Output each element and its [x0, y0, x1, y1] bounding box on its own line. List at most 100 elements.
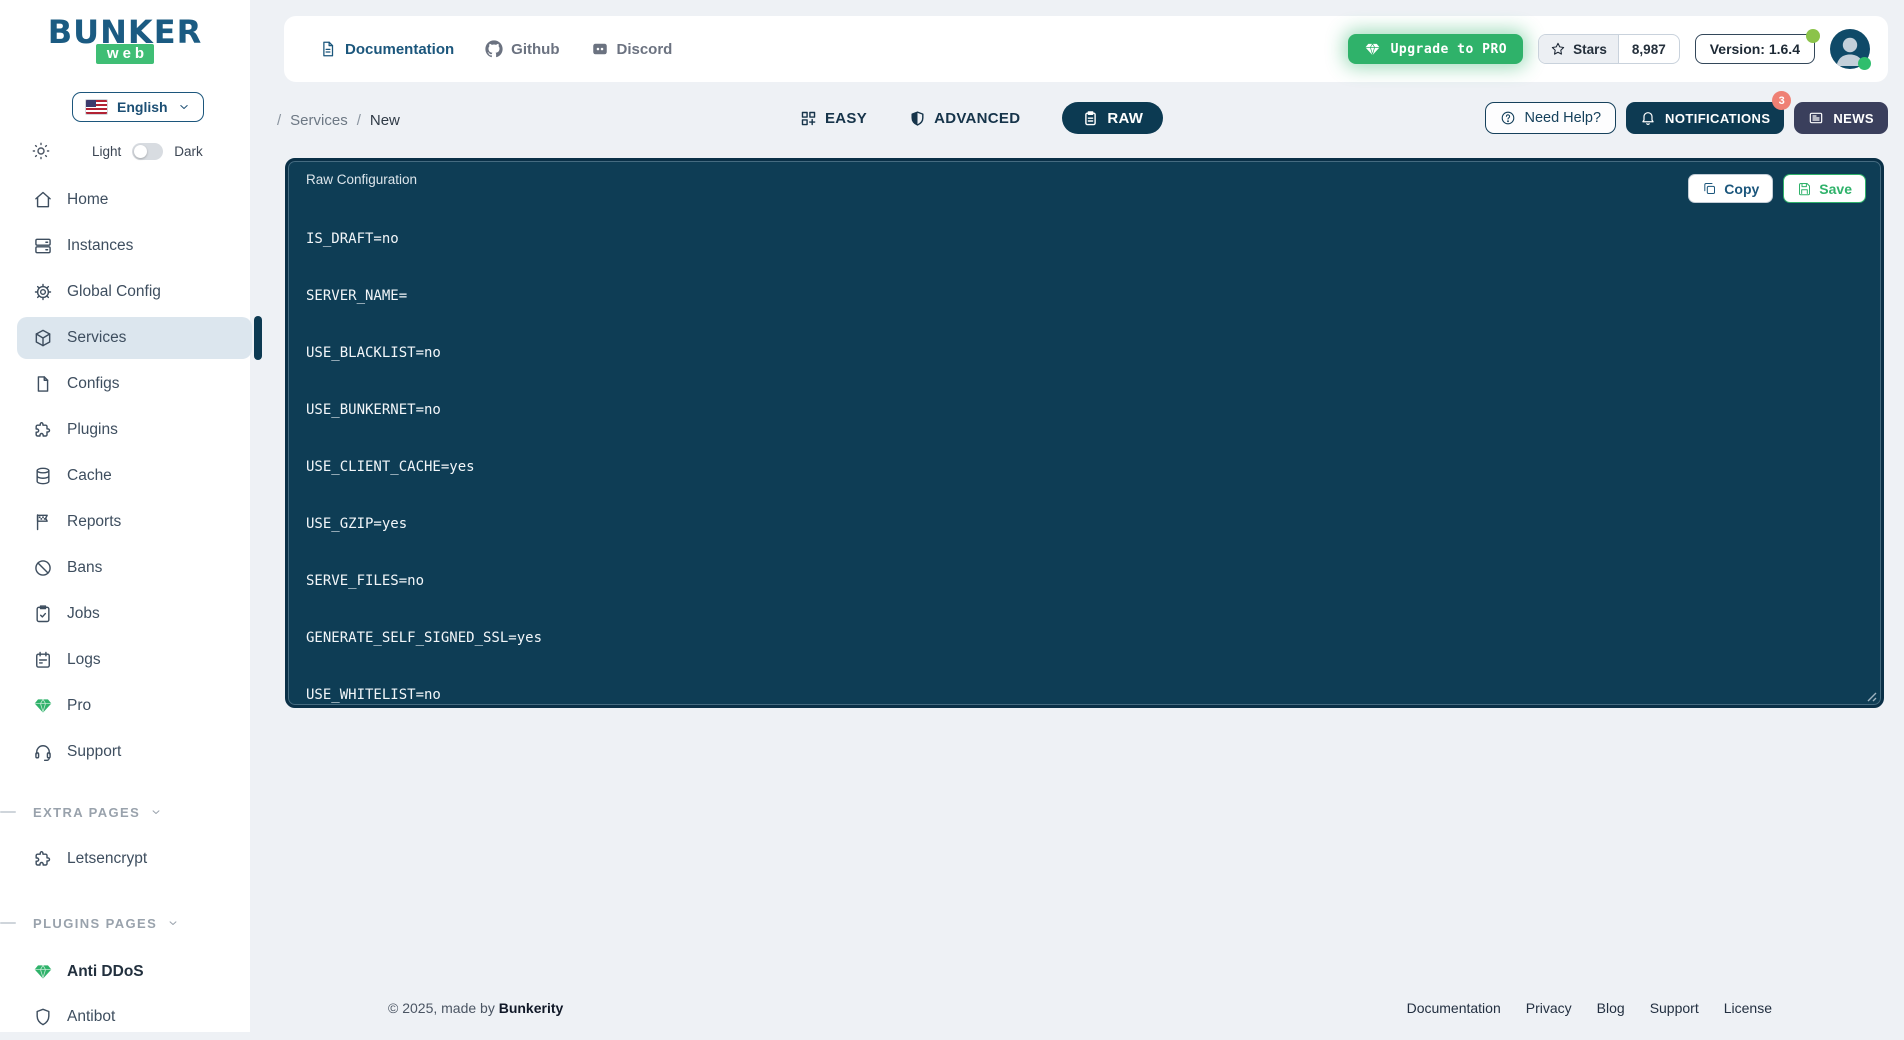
- save-label: Save: [1819, 181, 1852, 197]
- copyright-text: © 2025, made by: [388, 1000, 495, 1016]
- flag-icon: [33, 512, 53, 532]
- headset-icon: [33, 742, 53, 762]
- footer-link-privacy[interactable]: Privacy: [1526, 1000, 1572, 1016]
- documentation-link[interactable]: Documentation: [319, 40, 454, 58]
- doc-icon: [319, 40, 337, 58]
- breadcrumb-slash: /: [357, 112, 361, 129]
- footer-link-blog[interactable]: Blog: [1597, 1000, 1625, 1016]
- tab-label: RAW: [1107, 110, 1143, 127]
- stars-label-cell: Stars: [1539, 35, 1619, 63]
- sidebar-item-label: Support: [67, 743, 121, 761]
- sidebar-item-label: Reports: [67, 513, 121, 531]
- chevron-down-icon: [149, 805, 163, 819]
- sidebar-item-bans[interactable]: Bans: [0, 545, 250, 591]
- tab-label: ADVANCED: [934, 110, 1020, 127]
- breadcrumb: / Services / New: [277, 104, 400, 136]
- save-button[interactable]: Save: [1783, 174, 1866, 203]
- need-help-button[interactable]: Need Help?: [1485, 102, 1616, 134]
- sidebar-item-configs[interactable]: Configs: [0, 361, 250, 407]
- sidebar-item-letsencrypt[interactable]: Letsencrypt: [0, 836, 250, 882]
- sidebar-item-support[interactable]: Support: [0, 729, 250, 775]
- sidebar-item-label: Logs: [67, 651, 101, 669]
- theme-toggle[interactable]: [132, 143, 163, 160]
- config-line: SERVER_NAME=: [306, 287, 542, 306]
- tab-easy[interactable]: EASY: [800, 110, 867, 127]
- logo-subtitle: web: [96, 44, 154, 64]
- need-help-label: Need Help?: [1524, 110, 1601, 126]
- sidebar-item-label: Cache: [67, 467, 112, 485]
- save-icon: [1797, 181, 1812, 196]
- gear-icon: [33, 282, 53, 302]
- config-line: USE_CLIENT_CACHE=yes: [306, 458, 542, 477]
- discord-icon: [591, 40, 609, 58]
- footer-link-license[interactable]: License: [1724, 1000, 1772, 1016]
- discord-link[interactable]: Discord: [591, 40, 673, 58]
- resize-grip[interactable]: [1864, 689, 1877, 702]
- copy-button[interactable]: Copy: [1688, 174, 1773, 203]
- chevron-down-icon: [177, 100, 191, 114]
- upgrade-label: Upgrade to PRO: [1391, 42, 1508, 57]
- sidebar-item-label: Plugins: [67, 421, 118, 439]
- notifications-button[interactable]: NOTIFICATIONS 3: [1626, 102, 1784, 134]
- sidebar-item-label: Antibot: [67, 1008, 115, 1026]
- breadcrumb-services[interactable]: Services: [290, 112, 348, 129]
- raw-config-label: Raw Configuration: [306, 172, 417, 187]
- light-label: Light: [92, 144, 121, 159]
- sidebar-item-cache[interactable]: Cache: [0, 453, 250, 499]
- avatar[interactable]: [1830, 29, 1870, 69]
- sidebar-item-pro[interactable]: Pro: [0, 683, 250, 729]
- sidebar-item-label: Services: [67, 329, 126, 347]
- bell-icon: [1640, 110, 1656, 126]
- breadcrumb-slash: /: [277, 112, 281, 129]
- toolbar-actions: Need Help? NOTIFICATIONS 3 NEWS: [1485, 102, 1888, 134]
- sidebar-item-anti-ddos[interactable]: Anti DDoS: [0, 949, 250, 995]
- sidebar-section-extra-pages[interactable]: EXTRA PAGES: [0, 800, 250, 824]
- footer-link-support[interactable]: Support: [1650, 1000, 1699, 1016]
- sidebar-item-logs[interactable]: Logs: [0, 637, 250, 683]
- sidebar-item-antibot[interactable]: Antibot: [0, 994, 250, 1040]
- top-header: Documentation Github Discord Upgrade to …: [284, 16, 1888, 82]
- language-selector[interactable]: English: [72, 92, 204, 122]
- tab-label: EASY: [825, 110, 867, 127]
- tab-advanced[interactable]: ADVANCED: [909, 110, 1020, 127]
- mode-tabs: EASY ADVANCED RAW: [800, 102, 1163, 134]
- tab-raw[interactable]: RAW: [1062, 102, 1163, 134]
- raw-config-textarea[interactable]: IS_DRAFT=no SERVER_NAME= USE_BLACKLIST=n…: [306, 192, 542, 743]
- raw-config-panel: Raw Configuration IS_DRAFT=no SERVER_NAM…: [285, 158, 1884, 708]
- star-icon: [1550, 41, 1566, 57]
- copy-icon: [1702, 181, 1717, 196]
- grid-plus-icon: [800, 110, 817, 127]
- chevron-down-icon: [166, 916, 180, 930]
- sidebar-item-label: Letsencrypt: [67, 850, 147, 868]
- app-logo[interactable]: BUNKER web: [0, 16, 250, 64]
- version-status-dot: [1806, 29, 1820, 43]
- breadcrumb-current: New: [370, 112, 400, 129]
- github-stars-widget[interactable]: Stars 8,987: [1538, 34, 1680, 64]
- upgrade-pro-button[interactable]: Upgrade to PRO: [1348, 34, 1524, 64]
- sidebar-item-home[interactable]: Home: [0, 177, 250, 223]
- shield-check-icon: [909, 110, 926, 127]
- newspaper-icon: [1808, 110, 1824, 126]
- active-item-indicator: [254, 316, 262, 360]
- toggle-knob: [134, 145, 147, 158]
- notification-count-badge: 3: [1772, 91, 1791, 110]
- question-icon: [1500, 110, 1516, 126]
- github-link[interactable]: Github: [485, 40, 559, 58]
- sidebar-item-label: Configs: [67, 375, 120, 393]
- sidebar-item-label: Bans: [67, 559, 102, 577]
- copy-label: Copy: [1724, 181, 1759, 197]
- file-icon: [33, 374, 53, 394]
- news-button[interactable]: NEWS: [1794, 102, 1888, 134]
- notifications-label: NOTIFICATIONS: [1665, 111, 1770, 126]
- sidebar-item-reports[interactable]: Reports: [0, 499, 250, 545]
- brand-link[interactable]: Bunkerity: [499, 1000, 564, 1016]
- sidebar-section-plugins-pages[interactable]: PLUGINS PAGES: [0, 911, 250, 935]
- sidebar-item-plugins[interactable]: Plugins: [0, 407, 250, 453]
- sidebar-item-global-config[interactable]: Global Config: [0, 269, 250, 315]
- sidebar-item-jobs[interactable]: Jobs: [0, 591, 250, 637]
- sidebar-item-instances[interactable]: Instances: [0, 223, 250, 269]
- footer-link-documentation[interactable]: Documentation: [1407, 1000, 1501, 1016]
- sidebar-item-services[interactable]: Services: [0, 315, 250, 361]
- online-status-dot: [1858, 57, 1871, 70]
- sun-icon: [31, 141, 51, 161]
